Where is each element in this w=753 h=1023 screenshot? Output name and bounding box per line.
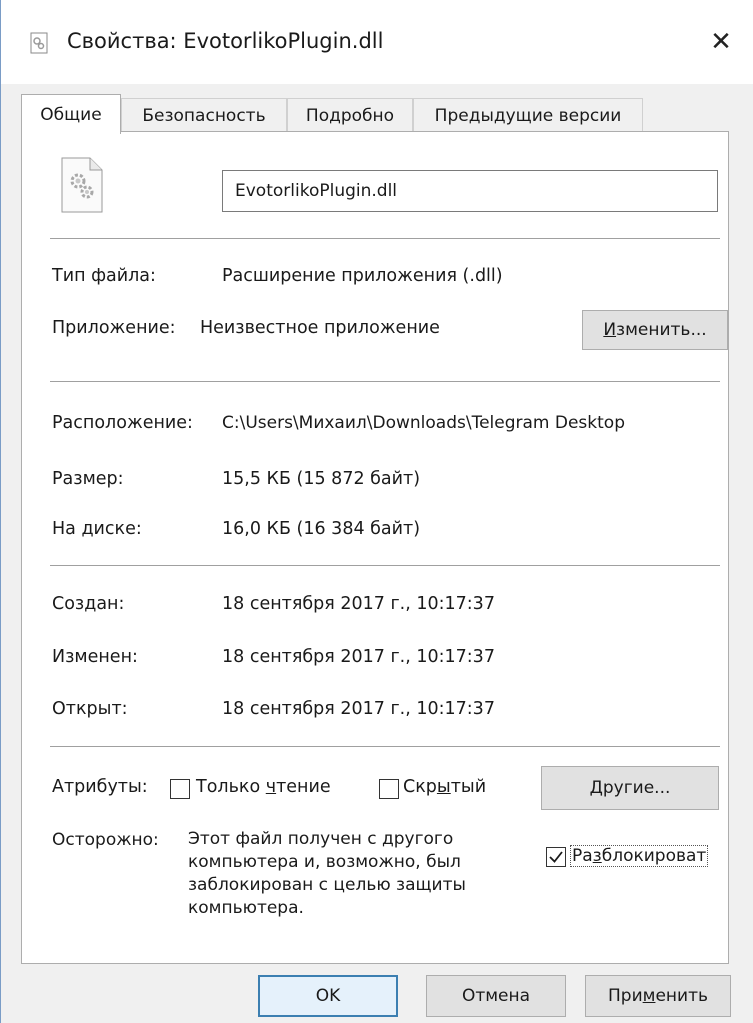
location-label: Расположение:: [52, 413, 193, 433]
separator: [50, 238, 720, 239]
window-title: Свойства: EvotorlikoPlugin.dll: [67, 29, 384, 53]
accessed-value: 18 сентября 2017 г., 10:17:37: [222, 699, 495, 719]
properties-window: Свойства: EvotorlikoPlugin.dll ✕ Общие Б…: [0, 0, 753, 1023]
size-on-disk-label: На диске:: [52, 519, 142, 539]
modified-value: 18 сентября 2017 г., 10:17:37: [222, 647, 495, 667]
warning-line: заблокирован с целью защиты: [188, 875, 466, 895]
application-value: Неизвестное приложение: [200, 318, 440, 338]
title-bar: Свойства: EvotorlikoPlugin.dll ✕: [1, 0, 753, 84]
readonly-checkbox[interactable]: [170, 779, 190, 799]
location-value: C:\Users\Михаил\Downloads\Telegram Deskt…: [222, 413, 625, 433]
security-warning-label: Осторожно:: [52, 830, 159, 850]
size-label: Размер:: [52, 469, 124, 489]
apply-label-rest: енить: [655, 986, 708, 1006]
separator: [50, 565, 720, 566]
change-button-label-rest: зменить...: [616, 320, 707, 340]
modified-label: Изменен:: [52, 647, 138, 667]
created-value: 18 сентября 2017 г., 10:17:37: [222, 594, 495, 614]
tab-security[interactable]: Безопасность: [121, 98, 287, 132]
close-button[interactable]: ✕: [701, 22, 741, 62]
tab-previous-versions[interactable]: Предыдущие версии: [413, 98, 643, 132]
application-label: Приложение:: [52, 318, 176, 338]
unblock-checkbox[interactable]: [546, 847, 566, 867]
hidden-checkbox[interactable]: [379, 779, 399, 799]
file-name-input[interactable]: [222, 170, 718, 212]
unblock-label[interactable]: Разблокироват: [570, 845, 709, 867]
advanced-attributes-button[interactable]: Другие...: [541, 766, 719, 810]
file-type-label: Тип файла:: [52, 266, 156, 286]
dll-gear-icon: [61, 157, 103, 213]
file-type-value: Расширение приложения (.dll): [222, 266, 503, 286]
created-label: Создан:: [52, 594, 125, 614]
apply-button[interactable]: При м енить: [585, 975, 731, 1017]
security-warning-text: Этот файл получен с другого компьютера и…: [188, 828, 466, 920]
apply-label: При: [608, 986, 643, 1006]
warning-line: компьютера и, возможно, был: [188, 852, 461, 872]
other-button-label: ругие...: [602, 778, 671, 798]
warning-line: компьютера.: [188, 898, 304, 918]
readonly-label[interactable]: Только чтение: [196, 777, 331, 797]
file-properties-icon: [30, 32, 48, 54]
separator: [50, 381, 720, 382]
checkmark-icon: [549, 851, 563, 863]
separator: [50, 746, 720, 747]
change-button[interactable]: Изменить...: [582, 310, 728, 350]
other-button-accel: Д: [589, 778, 603, 798]
apply-accel: м: [642, 986, 656, 1006]
accessed-label: Открыт:: [52, 699, 128, 719]
hidden-label[interactable]: Скрытый: [403, 777, 486, 797]
tab-general[interactable]: Общие: [21, 94, 121, 134]
attributes-label: Атрибуты:: [52, 777, 148, 797]
size-value: 15,5 КБ (15 872 байт): [222, 469, 421, 489]
tab-details[interactable]: Подробно: [287, 98, 413, 132]
change-button-accel: И: [603, 320, 617, 340]
close-icon: ✕: [710, 27, 732, 57]
cancel-button[interactable]: Отмена: [426, 975, 566, 1017]
size-on-disk-value: 16,0 КБ (16 384 байт): [222, 519, 421, 539]
warning-line: Этот файл получен с другого: [188, 829, 454, 849]
general-tab-panel: Тип файла: Расширение приложения (.dll) …: [21, 131, 729, 964]
ok-button[interactable]: OK: [258, 975, 398, 1017]
